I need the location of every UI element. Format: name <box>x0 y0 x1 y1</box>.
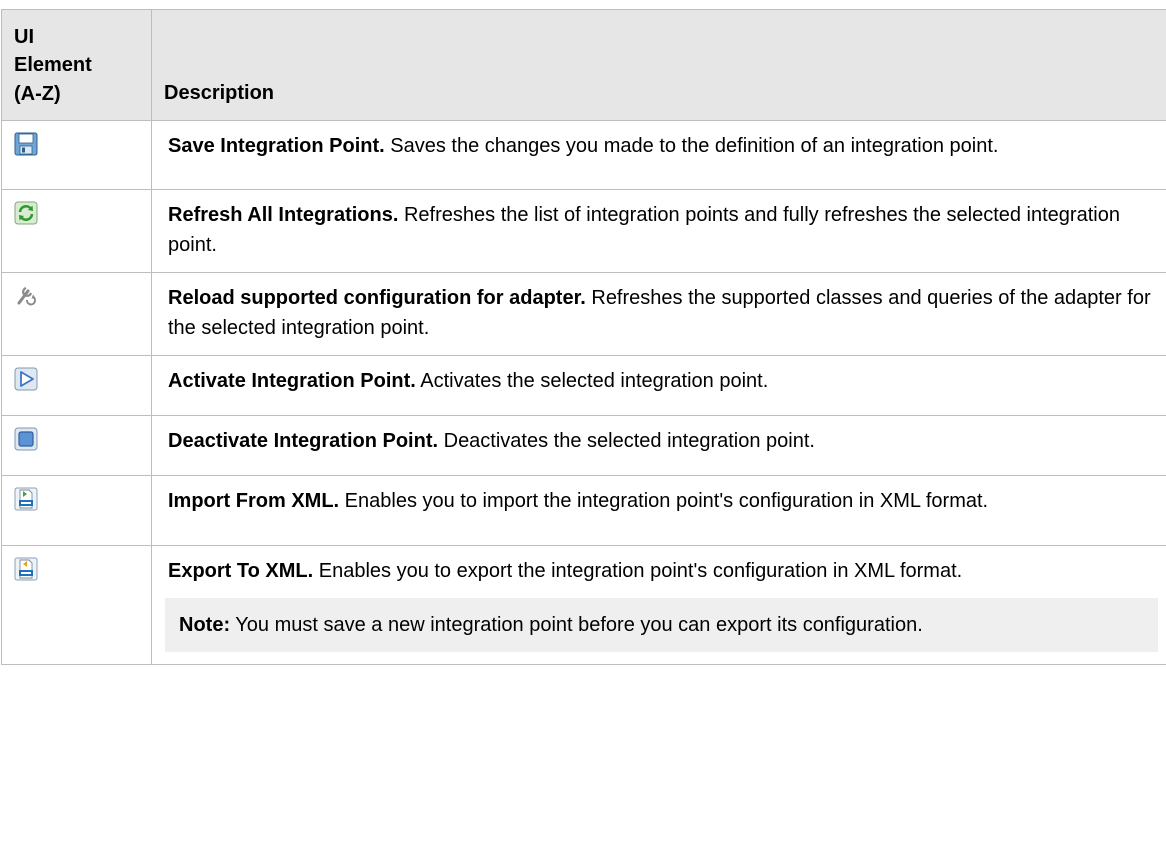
header-line-2: Element <box>14 54 92 76</box>
ui-element-reference-table: UI Element (A-Z) Description Save Integrat… <box>1 9 1166 665</box>
element-name: Reload supported configuration for adapt… <box>168 287 586 309</box>
table-row: Reload supported configuration for adapt… <box>1 272 1166 356</box>
refresh-icon <box>14 201 38 225</box>
ui-element-cell <box>1 475 152 546</box>
element-name: Export To XML. <box>168 560 314 582</box>
element-name: Deactivate Integration Point. <box>168 430 439 452</box>
table-header-row: UI Element (A-Z) Description <box>1 9 1166 121</box>
description-cell: Import From XML. Enables you to import t… <box>151 475 1166 546</box>
element-description: Enables you to export the integration po… <box>313 560 963 582</box>
header-line-3: (A-Z) <box>14 82 61 105</box>
element-name: Activate Integration Point. <box>168 370 416 392</box>
table-row: Export To XML. Enables you to export the… <box>1 545 1166 665</box>
save-icon <box>14 132 38 156</box>
ui-element-cell <box>1 545 152 665</box>
description-cell: Reload supported configuration for adapt… <box>151 272 1166 356</box>
ui-element-cell <box>1 120 152 190</box>
element-description: Saves the changes you made to the defini… <box>384 135 999 157</box>
note-box: Note: You must save a new integration po… <box>165 598 1158 652</box>
note-text: You must save a new integration point be… <box>230 614 923 636</box>
header-line-1: UI <box>14 25 34 48</box>
table-row: Save Integration Point. Saves the change… <box>1 120 1166 190</box>
ui-element-cell <box>1 189 152 273</box>
column-header-description: Description <box>151 9 1166 121</box>
element-description: Deactivates the selected integration poi… <box>438 430 815 452</box>
column-header-ui-element: UI Element (A-Z) <box>1 9 152 121</box>
table-row: Refresh All Integrations. Refreshes the … <box>1 189 1166 273</box>
ui-element-cell <box>1 355 152 416</box>
table-row: Import From XML. Enables you to import t… <box>1 475 1166 546</box>
import-xml-icon <box>14 487 38 511</box>
export-xml-icon <box>14 557 38 581</box>
deactivate-stop-icon <box>14 427 38 451</box>
description-cell: Activate Integration Point. Activates th… <box>151 355 1166 416</box>
element-description: Activates the selected integration point… <box>415 370 769 392</box>
description-cell: Refresh All Integrations. Refreshes the … <box>151 189 1166 273</box>
element-name: Import From XML. <box>168 490 340 512</box>
activate-play-icon <box>14 367 38 391</box>
element-description: Enables you to import the integration po… <box>339 490 989 512</box>
ui-element-cell <box>1 272 152 356</box>
description-cell: Export To XML. Enables you to export the… <box>151 545 1166 665</box>
element-name: Save Integration Point. <box>168 135 385 157</box>
note-label: Note: <box>179 614 231 636</box>
ui-element-cell <box>1 415 152 476</box>
description-cell: Save Integration Point. Saves the change… <box>151 120 1166 190</box>
description-cell: Deactivate Integration Point. Deactivate… <box>151 415 1166 476</box>
reload-adapter-config-icon <box>14 284 38 308</box>
table-row: Activate Integration Point. Activates th… <box>1 355 1166 416</box>
element-name: Refresh All Integrations. <box>168 204 399 226</box>
table-row: Deactivate Integration Point. Deactivate… <box>1 415 1166 476</box>
